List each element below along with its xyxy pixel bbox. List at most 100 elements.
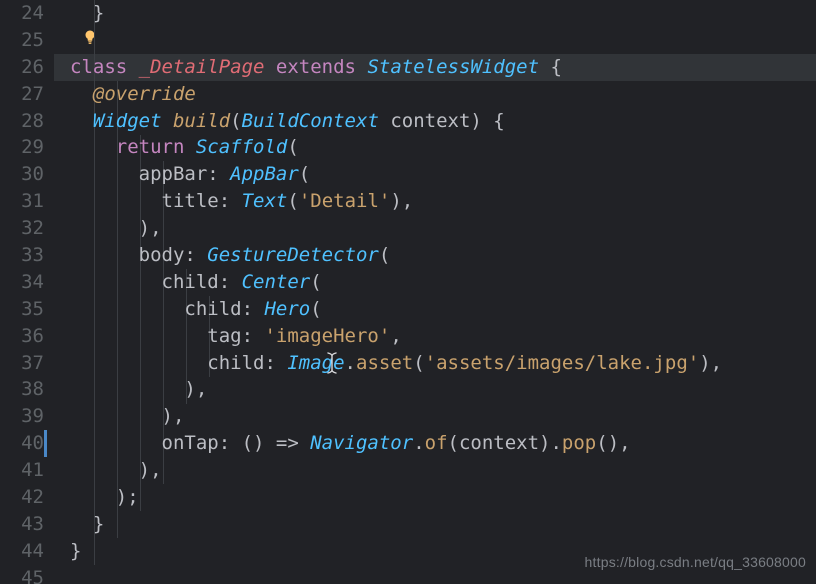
caret-line-marker [44,430,47,457]
token: @override [70,83,196,105]
code-line[interactable]: ), [70,457,816,484]
line-number[interactable]: 24 [0,0,54,27]
token: extends [276,56,368,78]
line-number[interactable]: 35 [0,296,54,323]
line-number[interactable]: 27 [0,81,54,108]
token: ), [70,459,162,481]
code-line[interactable]: } [70,511,816,538]
token: ), [699,352,722,374]
token: { [539,56,562,78]
token: onTap: () [70,432,276,454]
line-number[interactable]: 36 [0,323,54,350]
code-line[interactable]: child: Center( [70,269,816,296]
token: return [116,136,196,158]
code-line[interactable]: tag: 'imageHero', [70,323,816,350]
token: Navigator [310,432,413,454]
token: child: [70,271,242,293]
code-line[interactable]: appBar: AppBar( [70,161,816,188]
code-line[interactable] [70,565,816,584]
code-line[interactable]: child: Hero( [70,296,816,323]
code-line[interactable]: ), [70,215,816,242]
code-line[interactable]: ), [70,376,816,403]
token: build [173,110,230,132]
token: GestureDetector [207,244,379,266]
line-number[interactable]: 43 [0,511,54,538]
code-line[interactable]: ), [70,403,816,430]
token: Image [287,352,344,374]
token: ( [379,244,390,266]
token: Center [242,271,311,293]
code-line[interactable]: return Scaffold( [70,134,816,161]
line-number[interactable]: 30 [0,161,54,188]
token: ); [70,486,139,508]
token: asset [356,352,413,374]
code-content[interactable]: } class _DetailPage extends StatelessWid… [70,0,816,584]
token: StatelessWidget [367,56,539,78]
line-number[interactable]: 34 [0,269,54,296]
line-number[interactable]: 37 [0,350,54,377]
code-line[interactable]: } [70,0,816,27]
token: of [425,432,448,454]
token: Widget [70,110,173,132]
token: ( [299,163,310,185]
line-number[interactable]: 32 [0,215,54,242]
line-number[interactable]: 41 [0,457,54,484]
token: => [276,432,310,454]
line-number[interactable]: 29 [0,134,54,161]
token: } [70,513,104,535]
token: _DetailPage [139,56,276,78]
token: body: [70,244,207,266]
token: ), [70,405,184,427]
token: ), [70,217,162,239]
token: ( [287,136,298,158]
line-number[interactable]: 26 [0,54,54,81]
token: child: [70,352,287,374]
token: Hero [264,298,310,320]
token: , [390,325,401,347]
line-number[interactable]: 39 [0,403,54,430]
token: AppBar [230,163,299,185]
line-number[interactable]: 38 [0,376,54,403]
line-number[interactable]: 25 [0,27,54,54]
token: 'Detail' [299,190,391,212]
code-line[interactable]: @override [70,81,816,108]
token: child: [70,298,264,320]
line-number[interactable]: 28 [0,108,54,135]
code-line[interactable]: child: Image.asset('assets/images/lake.j… [70,350,816,377]
code-line[interactable]: body: GestureDetector( [70,242,816,269]
line-number[interactable]: 45 [0,565,54,584]
token: title: [70,190,242,212]
token: tag: [70,325,264,347]
code-line[interactable]: title: Text('Detail'), [70,188,816,215]
code-line[interactable] [70,27,816,54]
token: } [70,2,104,24]
token: ( [413,352,424,374]
code-line[interactable]: onTap: () => Navigator.of(context).pop()… [70,430,816,457]
token: ( [310,298,321,320]
token: class [70,56,139,78]
token: ( [287,190,298,212]
token: appBar: [70,163,230,185]
line-number-gutter[interactable]: 2425262728293031323334353637383940414243… [0,0,54,584]
token: ), [70,378,207,400]
token: context) { [379,110,505,132]
code-line[interactable]: class _DetailPage extends StatelessWidge… [70,54,816,81]
token: BuildContext [242,110,379,132]
line-number[interactable]: 42 [0,484,54,511]
token: (), [596,432,630,454]
line-number[interactable]: 31 [0,188,54,215]
code-line[interactable]: Widget build(BuildContext context) { [70,108,816,135]
token: Scaffold [196,136,288,158]
code-line[interactable]: ); [70,484,816,511]
token: . [413,432,424,454]
token: ), [390,190,413,212]
token: 'assets/images/lake.jpg' [425,352,700,374]
token: 'imageHero' [264,325,390,347]
line-number[interactable]: 44 [0,538,54,565]
token: (context). [448,432,562,454]
token: Text [242,190,288,212]
code-line[interactable]: } [70,538,816,565]
token: } [70,540,81,562]
line-number[interactable]: 33 [0,242,54,269]
code-editor-viewport[interactable]: 2425262728293031323334353637383940414243… [0,0,816,584]
